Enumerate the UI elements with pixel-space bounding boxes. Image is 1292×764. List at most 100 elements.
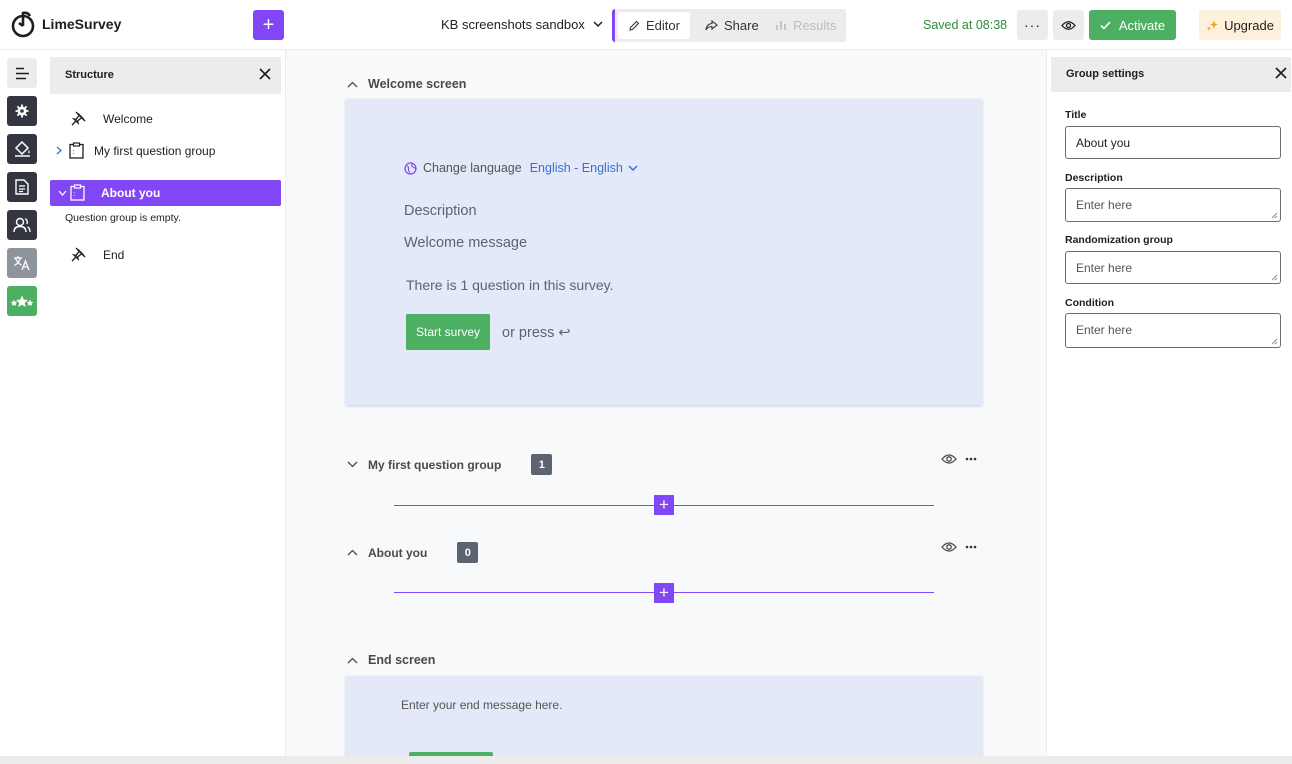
- translate-icon: [14, 256, 30, 271]
- tree-item-label: End: [103, 247, 125, 262]
- clipboard-icon: [70, 184, 85, 201]
- resize-handle-icon[interactable]: [1271, 338, 1278, 345]
- description-field-label: Description: [1065, 172, 1123, 184]
- structure-panel: Structure Welcome My first question grou…: [44, 50, 286, 764]
- add-button[interactable]: +: [253, 10, 284, 40]
- globe-icon: [404, 161, 417, 175]
- eye-icon[interactable]: [941, 541, 957, 553]
- mode-switcher: Editor Share Results: [612, 9, 846, 42]
- editor-canvas: Welcome screen Change language English -…: [286, 50, 1046, 764]
- randomization-placeholder: Enter here: [1076, 261, 1133, 275]
- welcome-section-header[interactable]: Welcome screen: [347, 77, 466, 91]
- left-icon-rail: [0, 50, 44, 764]
- add-question-button[interactable]: +: [654, 495, 674, 515]
- group-actions: [941, 541, 977, 553]
- description-field[interactable]: Enter here: [1065, 188, 1281, 222]
- tree-item-label: Welcome: [103, 111, 153, 126]
- preview-button[interactable]: [1053, 10, 1084, 40]
- welcome-card[interactable]: Change language English - English Descri…: [346, 99, 982, 405]
- document-icon: [15, 179, 29, 195]
- end-card[interactable]: Enter your end message here.: [346, 676, 982, 764]
- editor-tab[interactable]: Editor: [618, 12, 690, 39]
- question-group-title: My first question group: [368, 457, 502, 472]
- eye-icon: [1061, 20, 1076, 30]
- title-field-label: Title: [1065, 109, 1087, 121]
- check-icon: [1100, 20, 1111, 30]
- participants-rail-button[interactable]: [7, 210, 37, 240]
- structure-header: Structure: [50, 57, 281, 94]
- tree-item-label: My first question group: [94, 143, 216, 158]
- sparkle-icon: [1206, 19, 1219, 31]
- question-group-header[interactable]: About you 0: [347, 542, 479, 563]
- welcome-message[interactable]: Welcome message: [404, 235, 527, 251]
- chevron-up-icon[interactable]: [347, 549, 358, 556]
- horizontal-scrollbar[interactable]: [0, 756, 1292, 764]
- logo[interactable]: LimeSurvey: [10, 10, 121, 38]
- brand-name: LimeSurvey: [42, 16, 122, 32]
- activate-label: Activate: [1118, 17, 1166, 33]
- close-icon[interactable]: [259, 68, 271, 80]
- add-question-button[interactable]: +: [654, 583, 674, 603]
- tree-item-first-group[interactable]: My first question group: [56, 142, 215, 159]
- stars-icon: [10, 295, 34, 307]
- welcome-description[interactable]: Description: [404, 203, 477, 219]
- or-press-hint: or press ↩: [502, 325, 571, 341]
- save-status: Saved at 08:38: [923, 18, 1008, 32]
- upgrade-button[interactable]: Upgrade: [1199, 10, 1281, 40]
- randomization-field[interactable]: Enter here: [1065, 251, 1281, 284]
- chevron-down-icon[interactable]: [347, 461, 358, 468]
- pin-icon: [71, 111, 86, 126]
- structure-toggle-button[interactable]: [7, 58, 37, 88]
- activate-button[interactable]: Activate: [1089, 10, 1176, 40]
- more-options-button[interactable]: ···: [1017, 10, 1048, 40]
- welcome-section-title: Welcome screen: [368, 77, 467, 91]
- randomization-field-label: Randomization group: [1065, 234, 1173, 246]
- rating-rail-button[interactable]: [7, 286, 37, 316]
- condition-field-label: Condition: [1065, 297, 1114, 309]
- resize-handle-icon[interactable]: [1271, 212, 1278, 219]
- survey-title: KB screenshots sandbox: [441, 17, 585, 32]
- translate-rail-button[interactable]: [7, 248, 37, 278]
- chevron-down-icon: [628, 165, 638, 171]
- question-group-header[interactable]: My first question group 1: [347, 454, 553, 475]
- document-rail-button[interactable]: [7, 172, 37, 202]
- ellipsis-icon: ···: [1024, 17, 1041, 33]
- paint-bucket-icon: [14, 141, 30, 157]
- end-section-header[interactable]: End screen: [347, 653, 435, 667]
- ellipsis-icon[interactable]: [965, 545, 977, 549]
- close-icon[interactable]: [1274, 66, 1288, 80]
- eye-icon[interactable]: [941, 453, 957, 465]
- tree-item-end[interactable]: End: [70, 246, 124, 263]
- chevron-up-icon[interactable]: [347, 81, 358, 88]
- start-survey-button[interactable]: Start survey: [406, 314, 490, 350]
- chevron-up-icon[interactable]: [347, 657, 358, 664]
- title-field[interactable]: About you: [1065, 126, 1281, 159]
- condition-field[interactable]: Enter here: [1065, 313, 1281, 348]
- pencil-icon: [629, 20, 640, 31]
- results-tab[interactable]: Results: [765, 12, 846, 39]
- tree-item-about-you[interactable]: About you: [50, 180, 281, 206]
- language-select[interactable]: English - English: [530, 161, 638, 175]
- empty-group-note: Question group is empty.: [65, 212, 181, 224]
- group-actions: [941, 453, 977, 465]
- group-settings-panel: Group settings Title About you Descripti…: [1046, 50, 1292, 764]
- end-message[interactable]: Enter your end message here.: [401, 698, 562, 712]
- survey-title-dropdown[interactable]: KB screenshots sandbox: [441, 17, 603, 32]
- theme-rail-button[interactable]: [7, 134, 37, 164]
- share-tab[interactable]: Share: [695, 12, 769, 39]
- results-tab-label: Results: [793, 18, 837, 33]
- chevron-right-icon[interactable]: [56, 146, 62, 155]
- ellipsis-icon[interactable]: [965, 457, 977, 461]
- settings-rail-button[interactable]: [7, 96, 37, 126]
- end-section-title: End screen: [368, 653, 436, 667]
- question-count-text: There is 1 question in this survey.: [406, 277, 614, 293]
- tree-item-welcome[interactable]: Welcome: [70, 110, 153, 127]
- plus-icon: +: [659, 583, 669, 602]
- plus-icon: +: [659, 495, 669, 514]
- resize-handle-icon[interactable]: [1271, 274, 1278, 281]
- chevron-down-icon: [593, 21, 603, 28]
- settings-title: Group settings: [1066, 68, 1145, 80]
- pin-icon: [71, 247, 86, 262]
- chevron-down-icon[interactable]: [58, 190, 67, 196]
- change-language-row: Change language English - English: [404, 161, 638, 175]
